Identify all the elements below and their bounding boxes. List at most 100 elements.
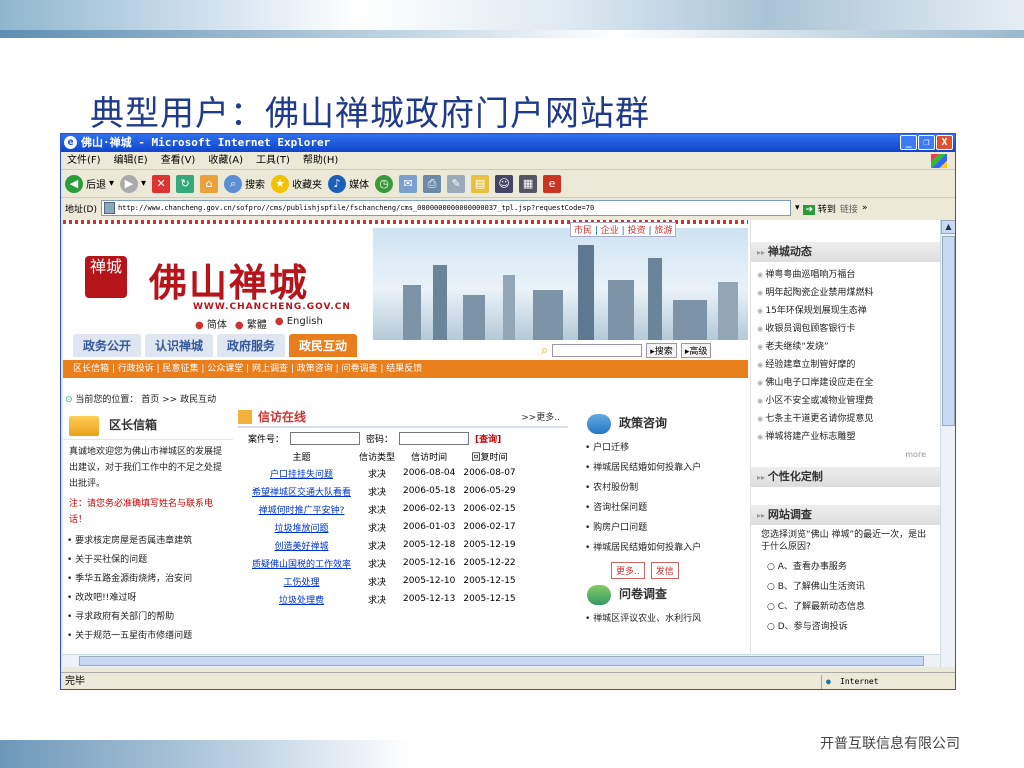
list-item[interactable]: 禅粤粤曲巡唱响万福台 [757,266,934,284]
link-invest[interactable]: 投资 [628,226,646,236]
menu-help[interactable]: 帮助(H) [303,152,338,169]
list-item[interactable]: 禅城区评议农业、水利行风 [585,609,746,629]
news-more-link[interactable]: more [751,450,940,459]
vertical-scrollbar[interactable]: ▲ [940,220,955,667]
restore-button[interactable]: ❐ [918,135,935,150]
survey-radio[interactable]: A、查看办事服务 [767,557,940,577]
list-item[interactable]: 经验建章立制管好摩的 [757,356,934,374]
research-icon[interactable]: ▦ [519,174,538,193]
link-enterprise[interactable]: 企业 [601,226,619,236]
refresh-icon[interactable]: ↻ [176,174,195,193]
lang-traditional[interactable]: 繁體 [235,316,267,331]
list-item[interactable]: 寻求政府有关部门的帮助 [67,608,229,627]
menu-view[interactable]: 查看(V) [161,152,196,169]
list-item[interactable]: 户口迁移 [585,438,746,458]
close-button[interactable]: X [936,135,953,150]
table-row: 垃圾堆放问题 求决 2006-01-03 2006-02-17 [274,522,516,534]
list-item[interactable]: 农村股份制 [585,478,746,498]
petition-more-link[interactable]: >>更多.. [521,410,560,423]
advanced-search-button[interactable]: ▸高级 [680,343,712,358]
list-item[interactable]: 15年环保规划展现生态禅 [757,302,934,320]
link-travel[interactable]: 旅游 [654,226,672,236]
list-item[interactable]: 禅城将建产业标志雕塑 [757,428,934,446]
petition-online: 信访在线 >>更多.. 案件号： 密码： [查询] 主题 信访类型 信访时间 回复… [238,408,568,667]
lang-english[interactable]: English [275,316,323,331]
print-icon[interactable]: ⎙ [423,174,442,193]
scroll-thumb[interactable] [942,236,955,426]
mail-icon[interactable]: ✉ [399,174,418,193]
menu-tools[interactable]: 工具(T) [256,152,290,169]
address-dropdown-icon[interactable]: ▾ [795,203,800,213]
minimize-button[interactable]: _ [900,135,917,150]
back-button[interactable]: ◀ 后退 ▾ [65,174,114,193]
list-item[interactable]: 七条主干道更名请你提意见 [757,410,934,428]
edit-icon[interactable]: ✎ [447,174,466,193]
search-button[interactable]: ⌕ 搜索 [224,174,265,193]
favorites-button[interactable]: ★ 收藏夹 [271,174,322,193]
list-item[interactable]: 关于规范一五星街市修缮问题 [67,627,229,646]
stop-icon[interactable]: ✕ [152,174,171,193]
tab-open-affairs[interactable]: 政务公开 [73,334,142,357]
case-number-input[interactable] [290,432,361,445]
site-logo[interactable]: 佛山禅城 [149,252,309,307]
sub-nav[interactable]: 区长信箱 | 行政投诉 | 民意征集 | 公众课堂 | 网上调查 | 政策咨询 … [63,360,748,378]
survey-radio[interactable]: C、了解最新动态信息 [767,597,940,617]
forward-button[interactable]: ▶ ▾ [120,174,146,193]
list-item[interactable]: 小区不安全或减物业管理费 [757,392,934,410]
list-item[interactable]: 禅城居民结婚如何投靠入户 [585,458,746,478]
slide-top-decoration [0,0,1024,38]
list-item[interactable]: 购房户口问题 [585,518,746,538]
custom-title[interactable]: 个性化定制 [751,467,940,487]
menu-file[interactable]: 文件(F) [67,152,101,169]
history-icon[interactable]: ◷ [375,174,394,193]
survey-radio[interactable]: B、了解佛山生活资讯 [767,577,940,597]
survey-title: 网站调查 [751,505,940,525]
table-row: 质疑佛山国税的工作效率 求决 2005-12-16 2005-12-22 [252,558,516,570]
list-item[interactable]: 收银员调包顾客银行卡 [757,320,934,338]
lang-simplified[interactable]: 简体 [195,316,227,331]
messenger-icon[interactable]: ☺ [495,174,514,193]
col-type: 信访类型 [359,453,396,463]
folder-icon[interactable]: ▤ [471,174,490,193]
chevron-right-icon[interactable]: » [862,203,868,213]
go-button[interactable]: ➔ 转到 [803,202,836,215]
tab-know-chancheng[interactable]: 认识禅城 [145,334,214,357]
ebay-icon[interactable]: e [543,174,562,193]
list-item[interactable]: 老夫继续“发烧” [757,338,934,356]
list-item[interactable]: 明年起陶瓷企业禁用煤燃料 [757,284,934,302]
scroll-up-icon[interactable]: ▲ [941,220,955,234]
site-search-input[interactable] [552,344,643,357]
list-item[interactable]: 咨询社保问题 [585,498,746,518]
hscroll-thumb[interactable] [79,656,924,666]
site-search: ⌕ ▸搜索 ▸高级 [541,343,712,358]
magnifier-icon: ⌕ [541,343,549,358]
logo-seal: 禅城 [85,256,127,298]
list-item[interactable]: 佛山电子口岸建设应走在全 [757,374,934,392]
query-button[interactable]: [查询] [475,432,501,445]
list-item[interactable]: 要求核定房屋是否属违章建筑 [67,532,229,551]
table-row: 垃圾处理费 求决 2005-12-13 2005-12-15 [279,594,516,606]
top-links: 市民 | 企业 | 投资 | 旅游 [570,222,677,237]
media-button[interactable]: ♪ 媒体 [328,174,369,193]
policy-more-button[interactable]: 更多.. [611,562,645,579]
survey-radio[interactable]: D、参与咨询投诉 [767,617,940,637]
list-item[interactable]: 禅城居民结婚如何投靠入户 [585,538,746,558]
site-search-button[interactable]: ▸搜索 [646,343,677,358]
list-item[interactable]: 改改吧!!难过呀 [67,589,229,608]
page-content: 禅城 佛山禅城 WWW.CHANCHENG.GOV.CN 简体 繁體 Engli… [63,220,940,667]
forward-arrow-icon: ▶ [120,174,139,193]
menu-favorites[interactable]: 收藏(A) [208,152,243,169]
links-button[interactable]: 链接 [840,202,858,215]
password-input[interactable] [399,432,470,445]
home-icon[interactable]: ⌂ [200,174,219,193]
menu-edit[interactable]: 编辑(E) [114,152,148,169]
list-item[interactable]: 季华五路金源街烧烤，治安问 [67,570,229,589]
horizontal-scrollbar[interactable] [63,654,940,667]
address-input[interactable]: http://www.chancheng.gov.cn/sofpro//cms/… [100,200,791,216]
list-item[interactable]: 关于买社保的问题 [67,551,229,570]
tab-interaction[interactable]: 政民互动 [289,334,358,357]
link-citizen[interactable]: 市民 [574,226,592,236]
tab-gov-service[interactable]: 政府服务 [217,334,286,357]
send-letter-button[interactable]: 发信 [650,562,679,579]
address-bar: 地址(D) http://www.chancheng.gov.cn/sofpro… [61,198,955,218]
